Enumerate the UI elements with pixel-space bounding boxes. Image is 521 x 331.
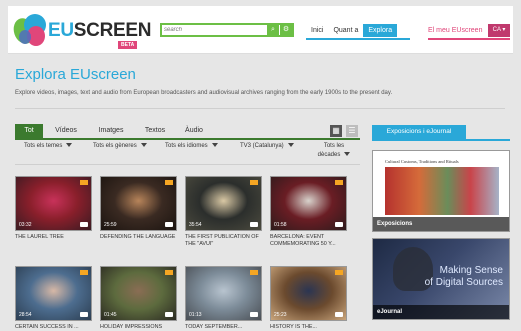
duration-label: 28:54: [19, 312, 32, 318]
filter-themes[interactable]: Tots els temes: [24, 142, 73, 151]
search-icon[interactable]: ⌕: [267, 25, 279, 35]
filter-decades[interactable]: Tots les dècades: [316, 142, 352, 160]
filter-provider-label: TV3 (Catalunya): [240, 143, 284, 149]
chevron-down-icon: [66, 143, 73, 148]
ejournal-title-line2: of Digital Sources: [424, 277, 503, 288]
search-box: ⌕ ⚙: [160, 23, 294, 37]
result-title[interactable]: TODAY SEPTEMBER...: [185, 324, 262, 331]
video-camera-icon: [335, 312, 343, 317]
page-title: Explora EUscreen: [15, 66, 136, 83]
chevron-down-icon: [287, 143, 294, 148]
result-title[interactable]: DEFENDING THE LANGUAGE: [100, 234, 177, 241]
video-camera-icon: [250, 312, 258, 317]
divider: [15, 108, 505, 109]
page-intro: Explore videos, images, text and audio f…: [15, 90, 393, 96]
provider-flag-icon: [80, 270, 88, 275]
exhibition-caption: Cultural Customs, Traditions and Rituals: [385, 159, 459, 164]
search-input[interactable]: [164, 25, 264, 35]
chevron-down-icon: [344, 152, 351, 157]
gear-icon[interactable]: ⚙: [280, 25, 292, 35]
beta-badge: BETA: [118, 41, 138, 49]
provider-flag-icon: [165, 180, 173, 185]
tab-tot[interactable]: Tot: [15, 124, 43, 138]
nav-quant-a[interactable]: Quant a: [328, 24, 363, 37]
video-camera-icon: [165, 222, 173, 227]
result-title[interactable]: HOLIDAY IMPRESSIONS: [100, 324, 177, 331]
tab-audio[interactable]: Àudio: [179, 124, 209, 138]
provider-flag-icon: [335, 180, 343, 185]
sidebar-tab-underline: [372, 139, 510, 141]
exhibitions-panel[interactable]: Cultural Customs, Traditions and Rituals…: [372, 150, 510, 232]
exhibition-image: [385, 167, 499, 215]
filter-decades-label: Tots les dècades: [317, 143, 345, 158]
video-thumbnail[interactable]: 25:23: [270, 266, 347, 321]
result-title[interactable]: THE LAUREL TREE: [15, 234, 92, 241]
provider-flag-icon: [335, 270, 343, 275]
provider-flag-icon: [80, 180, 88, 185]
video-camera-icon: [335, 222, 343, 227]
ejournal-panel[interactable]: Making Sense of Digital Sources eJournal: [372, 238, 510, 320]
nav-explora[interactable]: Explora: [363, 24, 398, 37]
video-thumbnail[interactable]: 35:54: [185, 176, 262, 231]
logo-text-eu: EU: [48, 20, 74, 41]
tab-underline: [15, 138, 360, 140]
ejournal-label: eJournal: [373, 305, 509, 319]
language-select[interactable]: CA ▾: [488, 24, 510, 37]
video-camera-icon: [80, 222, 88, 227]
filter-languages[interactable]: Tots els idiomes: [165, 142, 218, 151]
nav-underline: [306, 38, 410, 40]
duration-label: 01:58: [274, 222, 287, 228]
video-camera-icon: [250, 222, 258, 227]
duration-label: 25:59: [104, 222, 117, 228]
video-camera-icon: [165, 312, 173, 317]
video-thumbnail[interactable]: 25:59: [100, 176, 177, 231]
provider-flag-icon: [250, 270, 258, 275]
result-title[interactable]: CERTAIN SUCCESS IN ...: [15, 324, 92, 331]
list-view-icon[interactable]: ☰: [346, 125, 358, 137]
result-title[interactable]: THE FIRST PUBLICATION OF THE "AVUI": [185, 234, 262, 248]
provider-flag-icon: [250, 180, 258, 185]
page: EUSCREEN BETA ⌕ ⚙ IniciQuant aExplora El…: [0, 0, 521, 331]
tab-imatges[interactable]: Imatges: [91, 124, 131, 138]
video-camera-icon: [80, 312, 88, 317]
my-euscreen-link[interactable]: El meu EUscreen: [428, 24, 482, 37]
logo-mark-violet: [19, 30, 31, 44]
provider-flag-icon: [165, 270, 173, 275]
chevron-down-icon: [140, 143, 147, 148]
tab-exhibitions-journal[interactable]: Exposicions i eJournal: [372, 125, 466, 139]
nav-inici[interactable]: Inici: [306, 24, 328, 37]
video-thumbnail[interactable]: 01:45: [100, 266, 177, 321]
ejournal-title: Making Sense of Digital Sources: [425, 265, 503, 289]
tab-videos[interactable]: Vídeos: [49, 124, 83, 138]
video-thumbnail[interactable]: 01:58: [270, 176, 347, 231]
ejournal-title-line1: Making Sense: [439, 265, 503, 276]
filter-themes-label: Tots els temes: [24, 143, 63, 149]
filter-provider[interactable]: TV3 (Catalunya): [240, 142, 294, 151]
duration-label: 01:13: [189, 312, 202, 318]
logo-text-screen: SCREEN: [73, 20, 152, 41]
duration-label: 03:32: [19, 222, 32, 228]
video-thumbnail[interactable]: 28:54: [15, 266, 92, 321]
result-title[interactable]: BARCELONA: EVENT COMMEMORATING 50 Y...: [270, 234, 347, 248]
filter-genres[interactable]: Tots els gèneres: [93, 142, 147, 151]
euscreen-logo[interactable]: EUSCREEN BETA: [10, 14, 151, 50]
chevron-down-icon: [211, 143, 218, 148]
duration-label: 25:23: [274, 312, 287, 318]
duration-label: 35:54: [189, 222, 202, 228]
result-title[interactable]: HISTORY IS THE...: [270, 324, 347, 331]
video-thumbnail[interactable]: 01:13: [185, 266, 262, 321]
filter-genres-label: Tots els gèneres: [93, 143, 137, 149]
logo-text: EUSCREEN: [48, 20, 151, 42]
tab-textos[interactable]: Textos: [137, 124, 173, 138]
video-thumbnail[interactable]: 03:32: [15, 176, 92, 231]
main-nav: Inici Quant a Explora: [306, 24, 398, 37]
filter-divider: [15, 164, 360, 165]
grid-view-icon[interactable]: ▦: [330, 125, 342, 137]
exhibitions-label: Exposicions: [373, 217, 509, 231]
filter-languages-label: Tots els idiomes: [165, 143, 208, 149]
site-header: EUSCREEN BETA ⌕ ⚙ IniciQuant aExplora El…: [8, 6, 513, 54]
duration-label: 01:45: [104, 312, 117, 318]
my-euscreen-underline: [428, 38, 510, 40]
